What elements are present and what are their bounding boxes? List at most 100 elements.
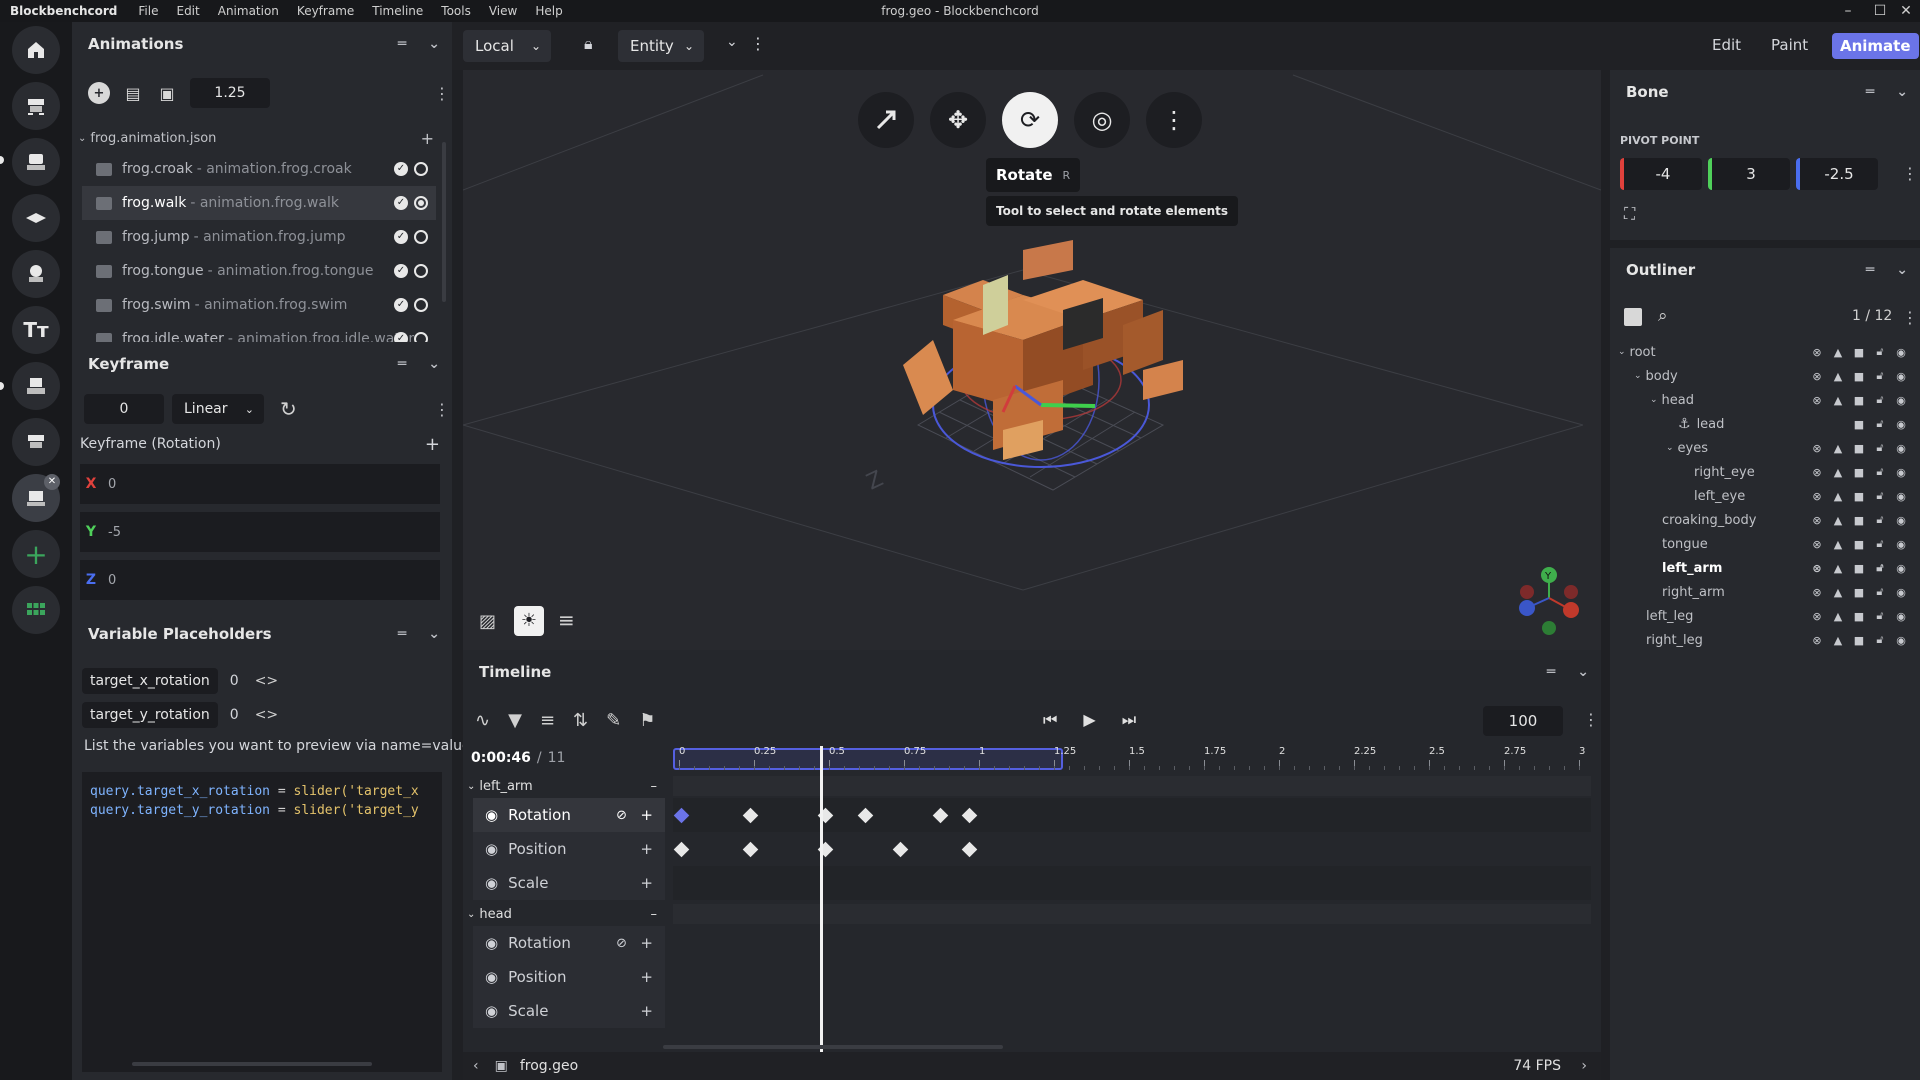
bone-icon[interactable]: ▲	[1831, 465, 1845, 479]
chevron-down-icon[interactable]: ⌄	[1650, 395, 1658, 405]
bone-icon[interactable]: ▲	[1831, 345, 1845, 359]
variables-code-editor[interactable]: query.target_x_rotation = slider('target…	[82, 772, 442, 1072]
mute-icon[interactable]: ⊘	[616, 808, 627, 823]
mob-server-icon[interactable]	[12, 362, 60, 410]
outliner-node-body[interactable]: ⌄ body ⊗ ▲ ■ 🔓︎ ◉	[1610, 364, 1920, 388]
search-icon[interactable]: ⌕	[1658, 306, 1668, 326]
pivot-x-field[interactable]: -4	[1620, 158, 1702, 190]
outliner-node-croaking-body[interactable]: croaking_body ⊗ ▲ ■ 🔓︎ ◉	[1610, 508, 1920, 532]
keyframe-position[interactable]	[742, 841, 759, 858]
collapse-icon[interactable]: ⌄	[1896, 84, 1908, 100]
reset-icon[interactable]: ↻	[280, 397, 297, 421]
camera-icon[interactable]: ■	[1852, 489, 1866, 503]
keyframe-time-field[interactable]: 0	[84, 394, 164, 424]
keyframe-rotation[interactable]	[961, 807, 977, 824]
animation-item[interactable]: frog.croak - animation.frog.croak ✓	[82, 152, 436, 186]
axis-x-row[interactable]: X0	[80, 464, 440, 504]
eye-icon[interactable]: ◉	[485, 874, 498, 892]
lock-open-icon[interactable]: 🔓︎	[1873, 417, 1887, 431]
radio-icon[interactable]	[414, 298, 428, 312]
check-icon[interactable]: ✓	[394, 230, 408, 244]
add-keyframe-icon[interactable]: +	[640, 934, 653, 952]
eye-icon[interactable]: ◉	[485, 1002, 498, 1020]
menu-view[interactable]: View	[480, 4, 526, 18]
collapse-minus-icon[interactable]: –	[651, 907, 658, 922]
menu-keyframe[interactable]: Keyframe	[288, 4, 363, 18]
mute-icon[interactable]: ⊗	[1810, 465, 1824, 479]
viewport-more-icon[interactable]: ⋮	[1146, 92, 1202, 148]
grid-server-icon[interactable]	[12, 586, 60, 634]
menu-tools[interactable]: Tools	[432, 4, 480, 18]
save-animation-icon[interactable]: ▣	[156, 82, 178, 104]
animation-item[interactable]: frog.swim - animation.frog.swim ✓	[82, 288, 436, 322]
expand-icon[interactable]: ⌄	[726, 34, 738, 50]
playhead[interactable]	[820, 746, 823, 1066]
camera-icon[interactable]: ■	[1852, 393, 1866, 407]
mode-select[interactable]: Entity ⌄	[618, 30, 704, 62]
drag-handle-icon[interactable]: ═	[1866, 84, 1874, 100]
bone-icon[interactable]: ▲	[1831, 609, 1845, 623]
radio-icon[interactable]	[414, 264, 428, 278]
chevron-down-icon[interactable]: ⌄	[1634, 371, 1642, 381]
chevron-left-icon[interactable]: ‹	[473, 1058, 479, 1074]
variable-value[interactable]: 0	[230, 707, 239, 723]
eye-icon[interactable]: ◉	[485, 934, 498, 952]
mute-icon[interactable]: ⊗	[1810, 609, 1824, 623]
loop-range[interactable]	[673, 748, 1063, 770]
code-icon[interactable]: <>	[255, 673, 278, 689]
keyframe-rotation[interactable]	[673, 807, 690, 824]
radio-icon[interactable]	[414, 230, 428, 244]
axis-z-row[interactable]: Z0	[80, 560, 440, 600]
camera-icon[interactable]: ■	[1852, 369, 1866, 383]
3d-viewport[interactable]: Z Y ✥ ⟳ ◎ ⋮ Rotate R Tool to select and …	[463, 70, 1601, 650]
frog-server-icon[interactable]	[12, 82, 60, 130]
bone-icon[interactable]: ▲	[1831, 633, 1845, 647]
eye-icon[interactable]: ◉	[485, 840, 498, 858]
visibility-icon[interactable]: ◉	[1894, 537, 1908, 551]
drag-handle-icon[interactable]: ═	[398, 626, 406, 642]
code-scrollbar[interactable]	[132, 1062, 372, 1066]
animation-item[interactable]: frog.idle.water - animation.frog.idle.wat…	[82, 322, 436, 342]
close-badge-icon[interactable]: ✕	[44, 474, 60, 490]
add-animation-icon[interactable]: +	[88, 82, 110, 104]
outliner-node-left-leg[interactable]: left_leg ⊗ ▲ ■ 🔓︎ ◉	[1610, 604, 1920, 628]
bone-icon[interactable]: ▲	[1831, 489, 1845, 503]
menu-file[interactable]: File	[129, 4, 167, 18]
bone-icon[interactable]: ▲	[1831, 513, 1845, 527]
drag-handle-icon[interactable]: ═	[398, 36, 406, 52]
visibility-icon[interactable]: ◉	[1894, 633, 1908, 647]
lock-open-icon[interactable]: 🔓︎	[1873, 561, 1887, 575]
lock-open-icon[interactable]: 🔓︎	[1873, 537, 1887, 551]
brightness-icon[interactable]: ☀	[514, 606, 544, 636]
lock-open-icon[interactable]: 🔓︎	[1873, 345, 1887, 359]
drag-handle-icon[interactable]: ═	[398, 356, 406, 372]
keyframe-rotation[interactable]	[932, 807, 949, 824]
home-icon[interactable]	[12, 26, 60, 74]
add-server-icon[interactable]: +	[12, 530, 60, 578]
outliner-more-icon[interactable]: ⋮	[1902, 308, 1918, 327]
move-tool-icon[interactable]: ✥	[930, 92, 986, 148]
rotate-tool-icon[interactable]: ⟳	[1002, 92, 1058, 148]
outliner-node-root[interactable]: ⌄ root ⊗ ▲ ■ 🔓︎ ◉	[1610, 340, 1920, 364]
graph-editor-icon[interactable]: ∿	[475, 710, 490, 731]
space-select[interactable]: Local ⌄	[463, 30, 551, 62]
flag-icon[interactable]: ⚑	[639, 710, 655, 731]
animation-item[interactable]: frog.tongue - animation.frog.tongue ✓	[82, 254, 436, 288]
camera-icon[interactable]: ■	[1852, 417, 1866, 431]
keyframe-rotation[interactable]	[742, 807, 759, 824]
chevron-down-icon[interactable]: ⌄	[1618, 347, 1626, 357]
visibility-icon[interactable]: ◉	[1894, 489, 1908, 503]
channel-name-position[interactable]: ◉ Position +	[473, 832, 665, 866]
camera-icon[interactable]: ■	[1852, 561, 1866, 575]
add-group-icon[interactable]	[1624, 308, 1642, 326]
lock-open-icon[interactable]: 🔓︎	[1873, 393, 1887, 407]
outliner-node-right-leg[interactable]: right_leg ⊗ ▲ ■ 🔓︎ ◉	[1610, 628, 1920, 652]
camera-icon[interactable]: ■	[1852, 465, 1866, 479]
visibility-icon[interactable]: ◉	[1894, 513, 1908, 527]
mute-icon[interactable]: ⊗	[1810, 489, 1824, 503]
bone-icon[interactable]: ▲	[1831, 393, 1845, 407]
check-icon[interactable]: ✓	[394, 332, 408, 342]
frog2-server-icon[interactable]	[12, 418, 60, 466]
bone-icon[interactable]: ▲	[1831, 585, 1845, 599]
axis-y-value[interactable]: -5	[102, 525, 121, 540]
